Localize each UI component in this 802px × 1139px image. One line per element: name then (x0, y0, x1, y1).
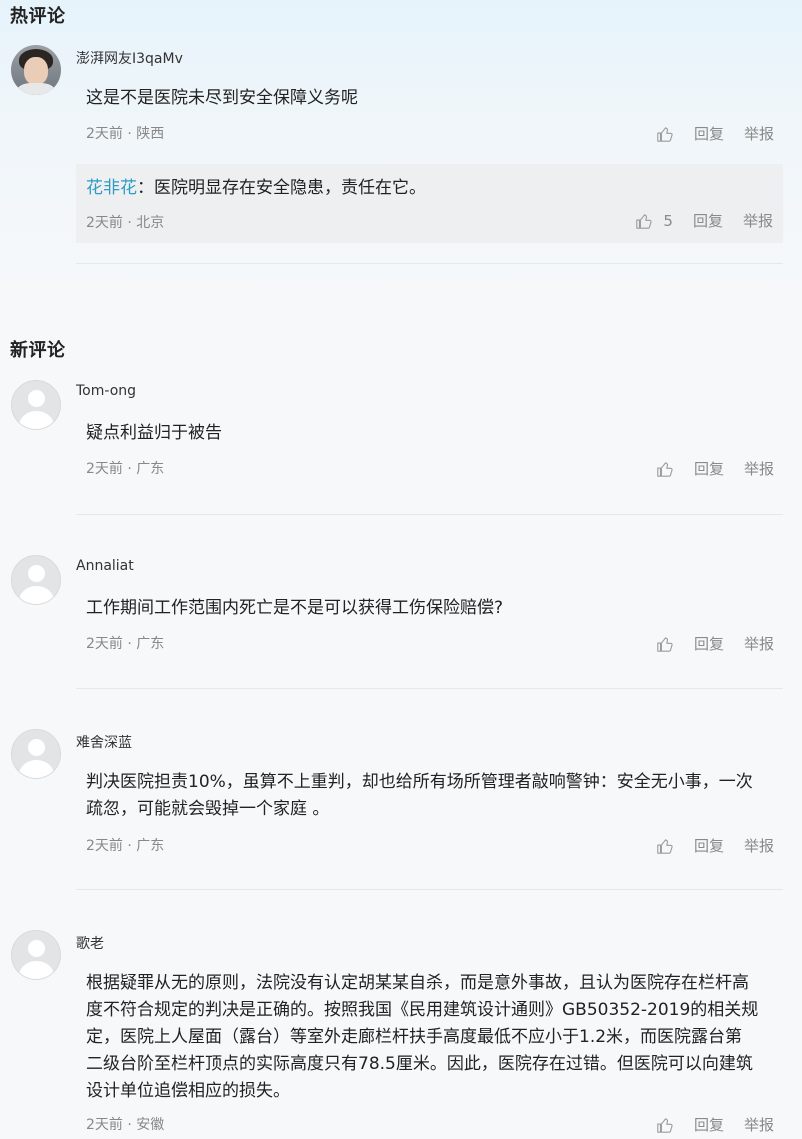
report-button[interactable]: 举报 (744, 123, 774, 144)
reply-button[interactable]: 回复 (694, 633, 724, 654)
comment-meta: 2天前 · 广东 (86, 636, 165, 652)
comment-line: 根据疑罪从无的原则，法院没有认定胡某某自杀，而是意外事故，且认为医院存在栏杆高 (86, 973, 749, 993)
thumbs-up-icon (657, 838, 673, 854)
comment-line: 设计单位追偿相应的损失。 (86, 1081, 290, 1101)
like-count: 5 (663, 211, 673, 230)
like-button[interactable] (656, 460, 674, 478)
report-button[interactable]: 举报 (743, 210, 773, 231)
comment-content: 工作期间工作范围内死亡是不是可以获得工伤保险赔偿? (86, 598, 504, 618)
comment-line: 度不符合规定的判决是正确的。按照我国《民用建筑设计通则》GB50352-2019… (86, 1000, 759, 1020)
comment-actions: 回复 举报 (656, 458, 774, 479)
reply-meta: 2天前 · 北京 (86, 215, 165, 231)
reply-username[interactable]: 花非花 (86, 178, 137, 198)
thumbs-up-icon (636, 213, 653, 229)
comment-actions: 回复 举报 (656, 835, 774, 856)
user-avatar[interactable] (11, 380, 61, 430)
like-button[interactable] (656, 837, 674, 855)
comment-meta: 2天前 · 广东 (86, 838, 165, 854)
comment-username[interactable]: Annaliat (76, 558, 134, 574)
user-avatar[interactable] (11, 555, 61, 605)
reply-button[interactable]: 回复 (693, 210, 723, 231)
thumbs-up-icon (657, 126, 673, 142)
reply-actions: 5 回复 举报 (635, 210, 773, 231)
comment-username[interactable]: 歌老 (76, 933, 104, 953)
user-avatar[interactable] (11, 930, 61, 980)
new-comments-title: 新评论 (10, 340, 66, 361)
reply-separator: ： (137, 178, 154, 198)
reply-box: 花非花：医院明显存在安全隐患，责任在它。 2天前 · 北京 5 回复 举报 (76, 164, 783, 243)
reply-button[interactable]: 回复 (694, 123, 724, 144)
user-avatar[interactable] (11, 45, 61, 95)
comment-meta: 2天前 · 陕西 (86, 126, 165, 142)
report-button[interactable]: 举报 (744, 835, 774, 856)
comment-content: 疑点利益归于被告 (86, 423, 222, 443)
reply-button[interactable]: 回复 (694, 458, 724, 479)
comment-meta: 2天前 · 安徽 (86, 1117, 165, 1133)
comment-line: 疏忽，可能就会毁掉一个家庭 。 (86, 799, 330, 819)
report-button[interactable]: 举报 (744, 1114, 774, 1135)
comment-content: 判决医院担责10%，虽算不上重判，却也给所有场所管理者敲响警钟：安全无小事，一次… (86, 769, 786, 823)
report-button[interactable]: 举报 (744, 458, 774, 479)
comment-content: 根据疑罪从无的原则，法院没有认定胡某某自杀，而是意外事故，且认为医院存在栏杆高 … (86, 970, 786, 1105)
comment-meta: 2天前 · 广东 (86, 461, 165, 477)
comment-username[interactable]: 难舍深蓝 (76, 732, 132, 752)
thumbs-up-icon (657, 1117, 673, 1133)
comment-line: 二级台阶至栏杆顶点的实际高度只有78.5厘米。因此，医院存在过错。但医院可以向建… (86, 1054, 753, 1074)
comment-actions: 回复 举报 (656, 1114, 774, 1135)
thumbs-up-icon (657, 636, 673, 652)
divider (76, 263, 783, 264)
comment-line: 定，医院上人屋面（露台）等室外走廊栏杆扶手高度最低不应小于1.2米，而医院露台第 (86, 1027, 743, 1047)
thumbs-up-icon (657, 461, 673, 477)
comment-actions: 回复 举报 (656, 123, 774, 144)
reply-line: 花非花：医院明显存在安全隐患，责任在它。 (86, 175, 426, 201)
like-button[interactable] (656, 1116, 674, 1134)
comment-username[interactable]: 澎湃网友I3qaMv (76, 48, 183, 68)
comment-line: 判决医院担责10%，虽算不上重判，却也给所有场所管理者敲响警钟：安全无小事，一次 (86, 772, 753, 792)
divider (76, 514, 783, 515)
hot-comments-title: 热评论 (10, 6, 66, 27)
like-button[interactable] (656, 125, 674, 143)
user-avatar[interactable] (11, 729, 61, 779)
comment-username[interactable]: Tom-ong (76, 383, 136, 399)
reply-button[interactable]: 回复 (694, 1114, 724, 1135)
reply-content: 医院明显存在安全隐患，责任在它。 (154, 178, 426, 198)
comment-content: 这是不是医院未尽到安全保障义务呢 (86, 88, 358, 108)
comment-actions: 回复 举报 (656, 633, 774, 654)
like-button[interactable] (656, 635, 674, 653)
like-button[interactable]: 5 (635, 212, 673, 230)
report-button[interactable]: 举报 (744, 633, 774, 654)
divider (76, 889, 783, 890)
reply-button[interactable]: 回复 (694, 835, 724, 856)
divider (76, 688, 783, 689)
